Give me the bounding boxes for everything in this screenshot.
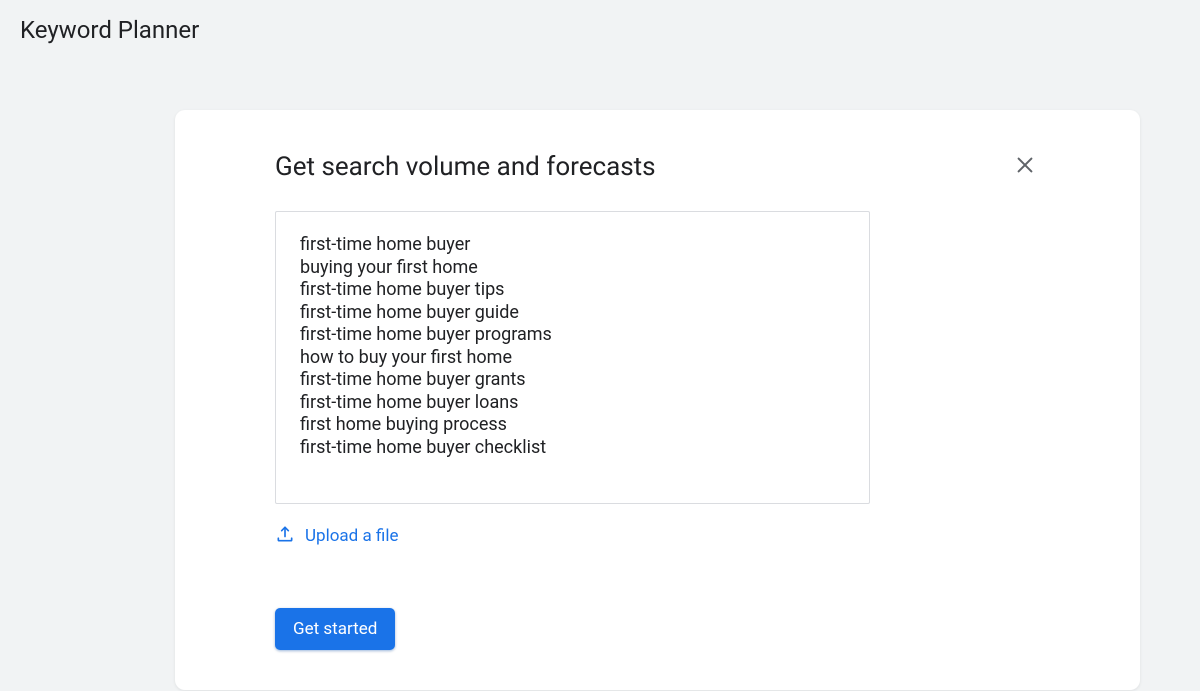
upload-icon: [275, 524, 295, 548]
card-title: Get search volume and forecasts: [275, 152, 656, 182]
page-header: Keyword Planner: [0, 0, 1200, 60]
forecast-card: Get search volume and forecasts first-ti…: [175, 110, 1140, 690]
page-title: Keyword Planner: [20, 16, 1180, 44]
card-header: Get search volume and forecasts: [275, 150, 1040, 183]
upload-file-label: Upload a file: [305, 526, 398, 546]
upload-file-link[interactable]: Upload a file: [275, 524, 1040, 548]
close-icon: [1014, 154, 1036, 179]
close-button[interactable]: [1010, 150, 1040, 183]
get-started-button[interactable]: Get started: [275, 608, 395, 650]
keywords-input[interactable]: first-time home buyer buying your first …: [275, 211, 870, 504]
